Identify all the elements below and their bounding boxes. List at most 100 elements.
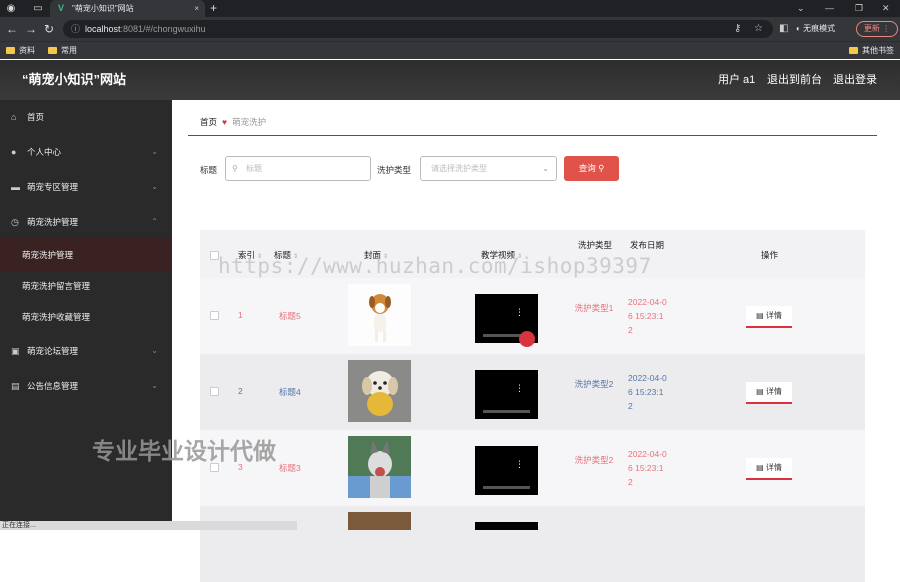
minimize-icon[interactable]: — (825, 0, 834, 17)
sidebar-item-label: 个人中心 (27, 147, 62, 157)
url-path: :8081/#/chongwuxihu (120, 24, 206, 34)
bookmark-star-icon[interactable]: ☆ (754, 21, 763, 37)
vue-logo-icon: V (58, 3, 65, 13)
query-label: 查询 (578, 163, 596, 173)
sidebar-item-home[interactable]: ⌂ 首页 (0, 100, 172, 134)
user-name: 用户 a1 (718, 74, 756, 86)
side-panel-icon[interactable]: ◧ (779, 21, 788, 37)
back-icon[interactable]: ← (6, 21, 18, 37)
tab-title: "萌宠小知识"网站 (72, 4, 134, 13)
detail-button[interactable]: ▤ 详情 (746, 382, 792, 404)
browser-tab[interactable]: V "萌宠小知识"网站 × (50, 0, 205, 17)
chevron-down-icon: ⌄ (151, 346, 158, 355)
bookmark-label: 资料 (19, 46, 35, 55)
row-publish-date: 2022-04-06 15:23:12 (628, 373, 667, 411)
back-to-front-link[interactable]: 退出到前台 (767, 60, 822, 100)
tab-close-icon[interactable]: × (194, 0, 199, 17)
puppy-image-icon (348, 360, 411, 422)
other-bookmarks[interactable]: 其他书签 (849, 42, 894, 60)
video-progress[interactable] (483, 486, 530, 489)
browser-menu-icon[interactable]: ◉ (4, 2, 18, 15)
row-checkbox[interactable] (210, 387, 219, 396)
video-progress[interactable] (483, 410, 530, 413)
new-tab-icon[interactable]: + (210, 0, 217, 17)
sidebar-item-notices[interactable]: ▤ 公告信息管理 ⌄ (0, 369, 172, 403)
sidebar-item-label: 萌宠论坛管理 (27, 346, 79, 356)
sidebar-item-label: 首页 (27, 112, 45, 122)
close-window-icon[interactable]: ✕ (882, 0, 890, 17)
bookmark-folder-1[interactable]: 资料 (6, 42, 35, 60)
sidebar-item-personal-center[interactable]: ● 个人中心 ⌄ (0, 135, 172, 169)
folder-icon (849, 47, 858, 54)
forward-icon[interactable]: → (25, 21, 37, 37)
dog-image-icon (369, 294, 391, 342)
detail-button[interactable]: ▤ 详情 (746, 306, 792, 328)
tab-search-icon[interactable]: ▭ (31, 2, 45, 15)
query-button[interactable]: 查询 ⚲ (564, 156, 619, 181)
site-title: “萌宠小知识”网站 (22, 72, 127, 87)
row-title[interactable]: 标题3 (279, 462, 301, 474)
update-button[interactable]: 更新 ⋮ (856, 21, 898, 37)
title-label: 标题 (200, 165, 218, 175)
heart-icon: ♥ (222, 117, 228, 127)
search-icon: ⚲ (232, 164, 238, 173)
bookmark-folder-2[interactable]: 常用 (48, 42, 77, 60)
sidebar-item-pet-care[interactable]: ◷ 萌宠洗护管理 ⌃ (0, 205, 172, 239)
row-title[interactable]: 标题5 (279, 310, 301, 322)
sidebar-item-pet-zone[interactable]: ▬ 萌宠专区管理 ⌄ (0, 170, 172, 204)
reload-icon[interactable]: ↻ (44, 21, 54, 37)
row-checkbox[interactable] (210, 311, 219, 320)
monitor-icon: ▬ (11, 182, 20, 192)
detail-icon: ▤ (756, 463, 764, 472)
home-icon: ⌂ (11, 112, 17, 122)
site-info-icon[interactable]: ⓘ (71, 20, 80, 38)
care-type-select[interactable]: 请选择洗护类型 ⌄ (420, 156, 557, 181)
row-care-type: 洗护类型1 (574, 303, 614, 313)
video-player[interactable]: ⋮ (475, 446, 538, 495)
detail-label: 详情 (765, 387, 782, 396)
sidebar-subitem-pet-care-favorites[interactable]: 萌宠洗护收藏管理 (0, 300, 172, 334)
more-options-icon[interactable]: ⋮ (515, 384, 524, 393)
folder-icon (6, 47, 15, 54)
cover-image (348, 512, 411, 530)
search-icon: ⚲ (598, 163, 605, 173)
sidebar-item-forum[interactable]: ▣ 萌宠论坛管理 ⌄ (0, 334, 172, 368)
row-care-type: 洗护类型2 (574, 379, 614, 389)
logout-link[interactable]: 退出登录 (833, 60, 877, 100)
tab-list-icon[interactable]: ⌄ (797, 0, 805, 17)
breadcrumb: 首页 ♥ 萌宠洗护 (200, 116, 266, 128)
promo-watermark: 专业毕业设计代做 (92, 438, 276, 464)
video-player[interactable]: ⋮ (475, 370, 538, 419)
more-options-icon[interactable]: ⋮ (515, 460, 524, 469)
care-type-placeholder: 请选择洗护类型 (431, 164, 487, 173)
url-field[interactable]: ⓘ localhost:8081/#/chongwuxihu (63, 20, 773, 38)
key-icon[interactable]: ⚷ (734, 21, 741, 37)
row-index: 1 (238, 310, 243, 320)
title-search-input[interactable]: ⚲ 标题 (225, 156, 371, 181)
sidebar-item-label: 萌宠洗护收藏管理 (22, 312, 91, 322)
video-player[interactable] (475, 522, 538, 530)
header-actions: 操作 (761, 250, 779, 260)
row-publish-date: 2022-04-06 15:23:12 (628, 449, 667, 487)
row-publish-date: 2022-04-06 15:23:12 (628, 297, 667, 335)
chevron-down-icon: ⌄ (151, 147, 158, 156)
table-row: 2 标题4 ⋮ 洗护类型2 2022-04-06 15:23:12 ▤ 详情 (200, 354, 865, 430)
update-label: 更新 (863, 24, 880, 33)
restore-icon[interactable]: ❐ (855, 0, 863, 17)
more-options-icon[interactable]: ⋮ (515, 308, 524, 317)
row-index: 2 (238, 386, 243, 396)
incognito-icon: ◐ (796, 24, 801, 33)
chevron-down-icon: ⌄ (151, 182, 158, 191)
address-bar-row: ← → ↻ ⓘ localhost:8081/#/chongwuxihu ⚷ ☆… (0, 17, 900, 41)
detail-button[interactable]: ▤ 详情 (746, 458, 792, 480)
husky-image-icon (348, 436, 411, 498)
detail-label: 详情 (765, 311, 782, 320)
user-icon: ● (11, 147, 17, 157)
divider (188, 135, 877, 136)
sidebar-subitem-pet-care[interactable]: 萌宠洗护管理 (0, 238, 172, 272)
sidebar-subitem-pet-care-messages[interactable]: 萌宠洗护留言管理 (0, 269, 172, 303)
row-title[interactable]: 标题4 (279, 386, 301, 398)
table-row: 3 标题3 ⋮ 洗护类型2 2022-04-06 15:23:12 ▤ 详情 (200, 430, 865, 506)
breadcrumb-home[interactable]: 首页 (200, 117, 217, 127)
browser-tab-bar: ◉ ▭ V "萌宠小知识"网站 × + ⌄ — ❐ ✕ (0, 0, 900, 17)
